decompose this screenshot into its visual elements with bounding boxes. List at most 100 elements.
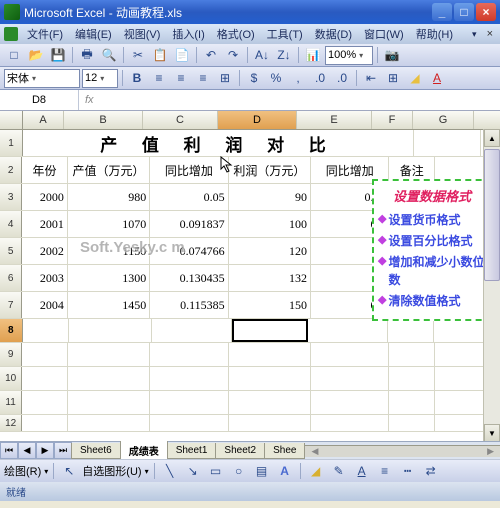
col-header[interactable]: D xyxy=(218,111,297,129)
arrow-style-icon[interactable]: ⇄ xyxy=(421,461,441,481)
col-header[interactable]: C xyxy=(143,111,218,129)
row-header[interactable]: 8 xyxy=(0,319,23,342)
scroll-thumb[interactable] xyxy=(484,149,500,281)
indent-icon[interactable]: ⇤ xyxy=(361,68,381,88)
redo-icon[interactable]: ↷ xyxy=(223,45,243,65)
cell[interactable] xyxy=(23,319,69,342)
minimize-button[interactable]: _ xyxy=(432,3,452,21)
align-right-icon[interactable]: ≡ xyxy=(193,68,213,88)
row-header[interactable]: 10 xyxy=(0,367,22,390)
doc-close-button[interactable]: × xyxy=(484,28,496,40)
cell[interactable]: 1300 xyxy=(68,265,150,291)
menu-help[interactable]: 帮助(H) xyxy=(411,24,458,44)
cell[interactable]: 年份 xyxy=(22,157,68,183)
font-size-combo[interactable]: 12▾ xyxy=(82,69,118,88)
cell[interactable]: 0.074766 xyxy=(150,238,228,264)
cell[interactable]: 2000 xyxy=(22,184,68,210)
sheet-tab[interactable]: Sheet6 xyxy=(71,443,121,459)
cell[interactable] xyxy=(308,319,388,342)
row-header[interactable]: 3 xyxy=(0,184,22,210)
comma-icon[interactable]: , xyxy=(288,68,308,88)
menu-tools[interactable]: 工具(T) xyxy=(262,24,308,44)
close-button[interactable]: × xyxy=(476,3,496,21)
tab-next-icon[interactable]: ▶ xyxy=(36,442,54,459)
row-header[interactable]: 9 xyxy=(0,343,22,366)
borders-icon[interactable]: ⊞ xyxy=(383,68,403,88)
bold-icon[interactable]: B xyxy=(127,68,147,88)
tab-prev-icon[interactable]: ◀ xyxy=(18,442,36,459)
fill-color-icon[interactable]: ◢ xyxy=(405,68,425,88)
cell[interactable] xyxy=(69,319,152,342)
undo-icon[interactable]: ↶ xyxy=(201,45,221,65)
cell[interactable]: 150 xyxy=(229,292,311,318)
spreadsheet-grid[interactable]: A B C D E F G 1 产 值 利 润 对 比 2 年份 产值（万元） … xyxy=(0,111,500,459)
scroll-down-icon[interactable]: ▼ xyxy=(484,424,500,442)
preview-icon[interactable]: 🔍 xyxy=(99,45,119,65)
textbox-icon[interactable]: ▤ xyxy=(252,461,272,481)
oval-icon[interactable]: ○ xyxy=(229,461,249,481)
sheet-tab[interactable]: 成绩表 xyxy=(120,441,168,460)
cell[interactable]: 2001 xyxy=(22,211,68,237)
draw-menu[interactable]: 绘图(R) xyxy=(4,463,41,479)
cell[interactable]: 2002 xyxy=(22,238,68,264)
menu-insert[interactable]: 插入(I) xyxy=(167,24,209,44)
cell[interactable]: 120 xyxy=(229,238,311,264)
row-header[interactable]: 11 xyxy=(0,391,22,414)
open-icon[interactable]: 📂 xyxy=(26,45,46,65)
tab-last-icon[interactable]: ⏭ xyxy=(54,442,72,459)
cell[interactable]: 同比增加 xyxy=(150,157,228,183)
fill-icon[interactable]: ◢ xyxy=(306,461,326,481)
col-header[interactable]: A xyxy=(23,111,64,129)
camera-icon[interactable]: 📷 xyxy=(382,45,402,65)
row-header[interactable]: 1 xyxy=(0,130,23,156)
new-icon[interactable]: □ xyxy=(4,45,24,65)
decrease-decimal-icon[interactable]: .0 xyxy=(332,68,352,88)
select-all-corner[interactable] xyxy=(0,111,23,129)
zoom-combo[interactable]: 100%▾ xyxy=(325,46,373,65)
menu-window[interactable]: 窗口(W) xyxy=(359,24,409,44)
cell[interactable]: 0.130435 xyxy=(150,265,228,291)
col-header[interactable]: G xyxy=(413,111,474,129)
row-header[interactable]: 12 xyxy=(0,415,22,431)
menu-format[interactable]: 格式(O) xyxy=(212,24,260,44)
menu-file[interactable]: 文件(F) xyxy=(22,24,68,44)
cell[interactable]: 1450 xyxy=(68,292,150,318)
font-color-icon[interactable]: A xyxy=(427,68,447,88)
line-icon[interactable]: ╲ xyxy=(160,461,180,481)
title-cell[interactable]: 产 值 利 润 对 比 xyxy=(23,130,414,156)
cell[interactable]: 0.115385 xyxy=(150,292,228,318)
cell[interactable]: 0.05 xyxy=(150,184,228,210)
merge-icon[interactable]: ⊞ xyxy=(215,68,235,88)
rectangle-icon[interactable]: ▭ xyxy=(206,461,226,481)
sort-asc-icon[interactable]: A↓ xyxy=(252,45,272,65)
maximize-button[interactable]: □ xyxy=(454,3,474,21)
copy-icon[interactable]: 📋 xyxy=(150,45,170,65)
row-header[interactable]: 4 xyxy=(0,211,22,237)
tab-first-icon[interactable]: ⏮ xyxy=(0,442,18,459)
cell[interactable]: 980 xyxy=(68,184,150,210)
sheet-tab[interactable]: Shee xyxy=(264,443,305,459)
menu-dropdown-icon[interactable]: ▾ xyxy=(467,27,482,42)
scroll-up-icon[interactable]: ▲ xyxy=(484,129,500,147)
cell[interactable]: 2003 xyxy=(22,265,68,291)
col-header[interactable]: F xyxy=(372,111,413,129)
percent-icon[interactable]: % xyxy=(266,68,286,88)
autoshapes-menu[interactable]: 自选图形(U) xyxy=(82,463,141,479)
cell[interactable]: 90 xyxy=(229,184,311,210)
wordart-icon[interactable]: A xyxy=(275,461,295,481)
cell[interactable]: 100 xyxy=(229,211,311,237)
vertical-scrollbar[interactable]: ▲ ▼ xyxy=(483,129,500,442)
cell[interactable]: 利润（万元） xyxy=(229,157,311,183)
align-left-icon[interactable]: ≡ xyxy=(149,68,169,88)
sheet-tab[interactable]: Sheet2 xyxy=(215,443,265,459)
cell[interactable]: 2004 xyxy=(22,292,68,318)
print-icon[interactable]: 🖶 xyxy=(77,45,97,65)
line-style-icon[interactable]: ≡ xyxy=(375,461,395,481)
cell[interactable] xyxy=(388,319,434,342)
fx-icon[interactable]: fx xyxy=(79,94,100,106)
row-header[interactable]: 5 xyxy=(0,238,22,264)
col-header[interactable]: E xyxy=(297,111,372,129)
col-header[interactable]: B xyxy=(64,111,143,129)
cell[interactable]: 1070 xyxy=(68,211,150,237)
increase-decimal-icon[interactable]: .0 xyxy=(310,68,330,88)
